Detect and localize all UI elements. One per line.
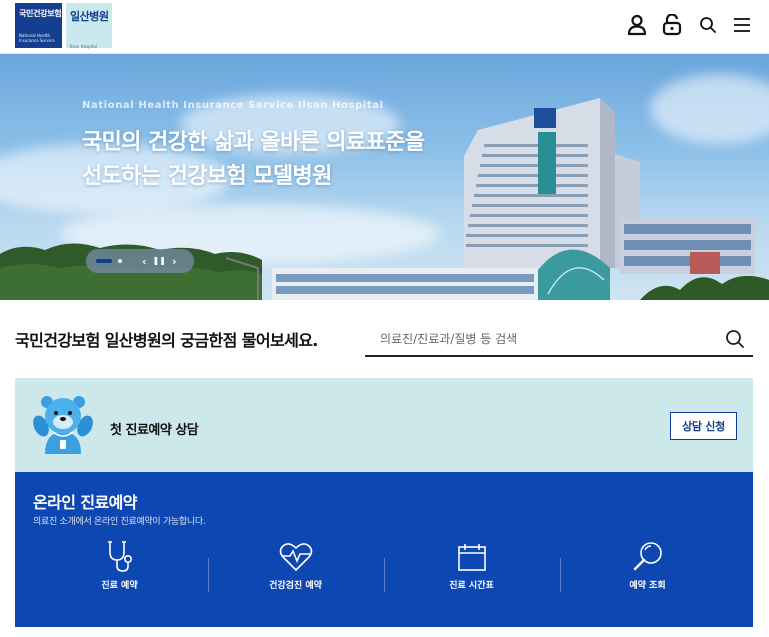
search-submit-icon[interactable]: [722, 326, 748, 352]
reservation-item-label: 진료 예약: [101, 581, 138, 591]
ilsan-hospital-logo[interactable]: 일산병원 Ilsan Hospital: [66, 3, 112, 49]
search-input[interactable]: [380, 326, 710, 352]
nhis-logo-text: 국민건강보험: [19, 9, 62, 18]
reservation-item-label: 건강검진 예약: [269, 581, 322, 591]
site-header: 국민건강보험 National Health Insurance Service…: [0, 0, 769, 54]
stethoscope-icon: [100, 540, 140, 574]
carousel-pause-button[interactable]: ❚❚: [153, 257, 166, 265]
reservation-item-timetable[interactable]: 진료 시간표: [384, 540, 559, 612]
reservation-item-appointment[interactable]: 진료 예약: [32, 540, 207, 612]
mascot-icon: [33, 396, 93, 454]
online-reservation-panel: 온라인 진료예약 의료진 소개에서 온라인 진료예약이 가능합니다. 진료 예약…: [15, 472, 753, 627]
hero-title: 국민의 건강한 삶과 올바른 의료표준을 선도하는 건강보험 모델병원: [82, 126, 425, 194]
reservation-item-label: 진료 시간표: [449, 581, 494, 591]
first-visit-consult-banner: 첫 진료예약 상담 상담 신청: [15, 378, 753, 472]
consult-apply-button[interactable]: 상담 신청: [670, 412, 737, 440]
heart-pulse-icon: [276, 540, 316, 574]
search-underline: [365, 355, 753, 357]
ilsan-logo-text: 일산병원: [70, 10, 109, 23]
reservation-title: 온라인 진료예약: [33, 493, 137, 512]
consult-label: 첫 진료예약 상담: [110, 423, 199, 438]
menu-icon[interactable]: [730, 12, 754, 38]
user-icon[interactable]: [625, 12, 649, 38]
hero-title-line2: 선도하는 건강보험 모델병원: [82, 164, 332, 189]
reservation-description: 의료진 소개에서 온라인 진료예약이 가능합니다.: [33, 517, 206, 527]
magnifier-icon: [628, 540, 668, 574]
carousel-prev-button[interactable]: ‹: [142, 256, 147, 267]
carousel-indicator[interactable]: [118, 259, 122, 263]
search-heading: 국민건강보험 일산병원의 궁금한점 물어보세요.: [15, 331, 318, 350]
ilsan-logo-subtext: Ilsan Hospital: [70, 44, 97, 49]
reservation-item-lookup[interactable]: 예약 조회: [560, 540, 735, 612]
lock-icon[interactable]: [660, 12, 684, 38]
nhis-logo[interactable]: 국민건강보험 National Health Insurance Service: [15, 3, 62, 48]
reservation-item-checkup[interactable]: 건강검진 예약: [208, 540, 383, 612]
search-icon[interactable]: [696, 12, 720, 38]
carousel-indicator-active[interactable]: [96, 259, 112, 263]
nhis-logo-subtext: National Health Insurance Service: [19, 33, 55, 43]
carousel-controls: ‹ ❚❚ ›: [86, 249, 194, 273]
hero-subtitle: National Health Insurance Service Ilsan …: [82, 100, 384, 111]
carousel-next-button[interactable]: ›: [172, 256, 177, 267]
reservation-item-label: 예약 조회: [629, 581, 666, 591]
hero-banner: National Health Insurance Service Ilsan …: [0, 54, 769, 300]
hero-title-line1: 국민의 건강한 삶과 올바른 의료표준을: [82, 130, 425, 155]
calendar-icon: [452, 540, 492, 574]
